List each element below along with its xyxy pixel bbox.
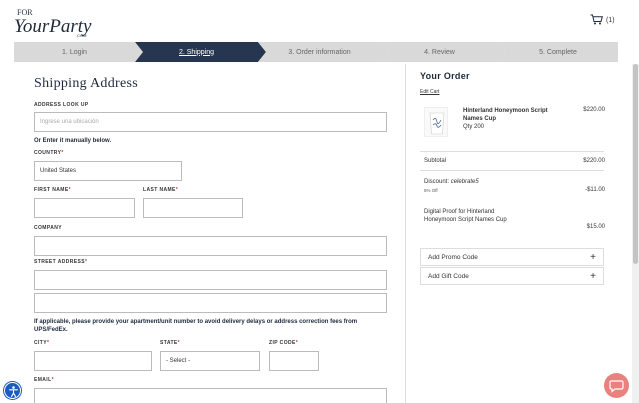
state-select[interactable]: - Select - xyxy=(160,351,260,371)
accessibility-button[interactable] xyxy=(4,382,21,399)
chat-button[interactable] xyxy=(604,373,629,398)
last-name-input[interactable] xyxy=(143,198,243,218)
divider xyxy=(420,151,604,152)
discount-value: -$11.00 xyxy=(585,187,605,193)
order-summary: Your Order Edit Cart Hinterland Honeymoo… xyxy=(407,64,632,403)
state-label: STATE* xyxy=(160,340,181,346)
zip-code-label: ZIP CODE* xyxy=(269,340,299,346)
svg-text:.COM: .COM xyxy=(76,33,86,38)
digital-proof-value: $15.00 xyxy=(586,224,605,230)
accessibility-icon xyxy=(8,386,19,398)
scrollbar[interactable] xyxy=(632,64,639,403)
checkout-steps: 1. Login 2. Shipping 3. Order informatio… xyxy=(14,42,618,62)
chat-icon xyxy=(609,380,624,393)
site-header: FOR YourParty .COM (1) xyxy=(0,0,639,42)
subtotal-label: Subtotal xyxy=(424,158,447,164)
add-gift-code-toggle[interactable]: Add Gift Code + xyxy=(420,267,604,285)
order-title: Your Order xyxy=(420,71,470,81)
product-thumbnail xyxy=(424,107,448,137)
gift-label: Add Gift Code xyxy=(428,272,469,280)
first-name-label: FIRST NAME* xyxy=(34,187,71,193)
plus-icon: + xyxy=(590,251,596,263)
step-shipping[interactable]: 2. Shipping xyxy=(135,42,266,62)
cart-link[interactable]: (1) xyxy=(590,14,615,27)
step-order-information[interactable]: 3. Order information xyxy=(258,42,389,62)
cart-icon xyxy=(590,14,603,27)
site-logo[interactable]: FOR YourParty .COM xyxy=(14,6,104,38)
company-label: COMPANY xyxy=(34,225,62,231)
plus-icon: + xyxy=(590,270,596,282)
step-label: 4. Review xyxy=(424,48,455,56)
city-label: CITY* xyxy=(34,340,50,346)
address-lookup-input[interactable]: Ingrese una ubicación xyxy=(34,112,387,132)
discount-percent: 5% Off xyxy=(424,188,438,193)
discount-code: celebrate5 xyxy=(450,179,479,185)
address-lookup-label: ADDRESS LOOK UP xyxy=(34,102,89,108)
discount-label: Discount: celebrate5 xyxy=(424,179,479,185)
add-promo-code-toggle[interactable]: Add Promo Code + xyxy=(420,248,604,266)
step-label: 1. Login xyxy=(62,48,87,56)
apartment-note: If applicable, please provide your apart… xyxy=(34,319,358,333)
last-name-label: LAST NAME* xyxy=(143,187,179,193)
step-review[interactable]: 4. Review xyxy=(381,42,506,62)
edit-cart-link[interactable]: Edit Cart xyxy=(420,89,439,95)
product-qty: Qty 200 xyxy=(463,124,485,130)
city-input[interactable] xyxy=(34,351,152,371)
product-name: Hinterland Honeymoon Script Names Cup xyxy=(463,108,548,122)
street-address-line1-input[interactable] xyxy=(34,270,387,290)
manual-entry-note: Or Enter it manually below. xyxy=(34,138,112,144)
first-name-input[interactable] xyxy=(34,198,135,218)
step-complete[interactable]: 5. Complete xyxy=(498,42,618,62)
product-price: $220.00 xyxy=(583,107,605,113)
promo-label: Add Promo Code xyxy=(428,253,478,261)
divider xyxy=(420,170,604,171)
country-select[interactable]: United States xyxy=(34,161,182,181)
street-address-line2-input[interactable] xyxy=(34,293,387,313)
step-label: 5. Complete xyxy=(539,48,577,56)
country-label: COUNTRY* xyxy=(34,150,64,156)
step-login[interactable]: 1. Login xyxy=(14,42,143,62)
email-input[interactable] xyxy=(34,388,387,403)
company-input[interactable] xyxy=(34,236,387,256)
step-label: 2. Shipping xyxy=(178,48,215,56)
subtotal-value: $220.00 xyxy=(583,158,605,164)
scrollbar-thumb[interactable] xyxy=(633,64,638,264)
page-title: Shipping Address xyxy=(34,76,138,91)
zip-code-input[interactable] xyxy=(269,351,319,371)
digital-proof-label: Digital Proof for Hinterland Honeymoon S… xyxy=(424,209,507,223)
shipping-form: Shipping Address ADDRESS LOOK UP Ingrese… xyxy=(16,64,406,403)
step-label: 3. Order information xyxy=(288,48,351,56)
email-label: EMAIL* xyxy=(34,377,54,383)
cart-count: (1) xyxy=(606,17,615,24)
street-address-label: STREET ADDRESS* xyxy=(34,259,88,265)
